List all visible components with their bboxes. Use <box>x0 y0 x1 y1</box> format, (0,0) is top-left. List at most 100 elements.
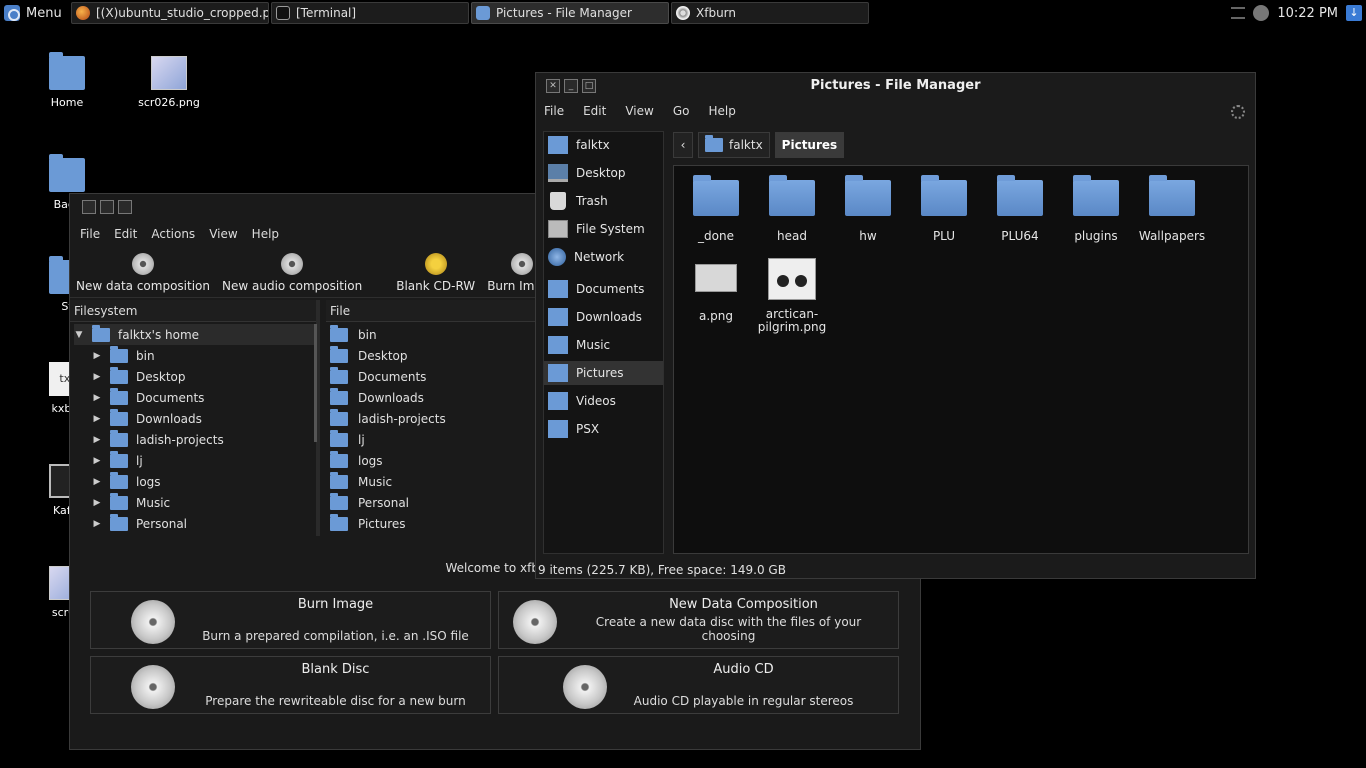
menu-edit[interactable]: Edit <box>114 227 137 241</box>
folder-icon <box>330 324 348 342</box>
menu-actions[interactable]: Actions <box>151 227 195 241</box>
clock[interactable]: 10:22 PM <box>1277 6 1338 21</box>
audio-cd-card[interactable]: Audio CD Audio CD playable in regular st… <box>498 656 899 714</box>
tree-row[interactable]: ▶ ladish-projects <box>92 429 224 450</box>
task-xfburn[interactable]: Xfburn <box>671 2 869 24</box>
file-row[interactable]: Desktop <box>330 345 408 366</box>
file-item[interactable]: _done <box>678 175 754 243</box>
new-data-composition-button[interactable]: New data composition <box>76 253 210 293</box>
fm-titlebar[interactable]: ✕ _ □ Pictures - File Manager <box>536 73 1255 99</box>
file-item[interactable]: plugins <box>1058 175 1134 243</box>
chevron-right-icon[interactable]: ▶ <box>92 498 102 508</box>
sidebar-item-psx[interactable]: PSX <box>544 417 663 441</box>
sidebar-item-trash[interactable]: Trash <box>544 189 663 213</box>
tree-row[interactable]: ▶ bin <box>92 345 155 366</box>
scrollbar[interactable] <box>314 324 317 442</box>
tree-row-home[interactable]: ▼ falktx's home <box>74 324 314 345</box>
window-title: Pictures - File Manager <box>810 78 981 93</box>
new-audio-composition-button[interactable]: New audio composition <box>222 253 362 293</box>
task-terminal[interactable]: [Terminal] <box>271 2 469 24</box>
filesystem-header[interactable]: Filesystem <box>70 300 316 322</box>
chevron-right-icon[interactable]: ▶ <box>92 456 102 466</box>
blank-disc-card[interactable]: Blank Disc Prepare the rewriteable disc … <box>90 656 491 714</box>
browser-panes: Filesystem File ▼ falktx's home ▶ bin ▶ … <box>70 300 540 536</box>
chevron-right-icon[interactable]: ▶ <box>92 519 102 529</box>
menu-help[interactable]: Help <box>252 227 279 241</box>
back-button[interactable]: ‹ <box>673 132 693 158</box>
crumb-label: falktx <box>729 138 763 152</box>
file-item[interactable]: hw <box>830 175 906 243</box>
desktop-icon-scr026[interactable]: scr026.png <box>129 56 209 109</box>
chevron-right-icon[interactable]: ▶ <box>92 393 102 403</box>
tree-row[interactable]: ▶ Desktop <box>92 366 186 387</box>
file-item[interactable]: head <box>754 175 830 243</box>
menu-help[interactable]: Help <box>708 104 735 118</box>
tree-row[interactable]: ▶ logs <box>92 471 161 492</box>
menu-file[interactable]: File <box>80 227 100 241</box>
file-row[interactable]: bin <box>330 324 377 345</box>
tree-row[interactable]: ▶ Documents <box>92 387 204 408</box>
card-desc: Prepare the rewriteable disc for a new b… <box>205 694 466 708</box>
chevron-right-icon[interactable]: ▶ <box>92 477 102 487</box>
menu-view[interactable]: View <box>209 227 237 241</box>
folder-icon <box>548 420 568 438</box>
sidebar-item-downloads[interactable]: Downloads <box>544 305 663 329</box>
minimize-icon[interactable] <box>100 200 114 214</box>
file-row[interactable]: Personal <box>330 492 409 513</box>
toolbar-label: New audio composition <box>222 279 363 293</box>
tree-row[interactable]: ▶ Downloads <box>92 408 202 429</box>
sidebar-item-music[interactable]: Music <box>544 333 663 357</box>
sidebar-item-videos[interactable]: Videos <box>544 389 663 413</box>
file-row[interactable]: ladish-projects <box>330 408 446 429</box>
file-item[interactable]: PLU <box>906 175 982 243</box>
file-item[interactable]: Wallpapers <box>1134 175 1210 243</box>
chevron-down-icon[interactable]: ▼ <box>74 330 84 340</box>
file-row[interactable]: lj <box>330 429 365 450</box>
tree-row[interactable]: ▶ Music <box>92 492 170 513</box>
file-row[interactable]: Music <box>330 471 392 492</box>
chevron-right-icon[interactable]: ▶ <box>92 414 102 424</box>
sidebar-item-filesystem[interactable]: File System <box>544 217 663 241</box>
folder-icon <box>330 366 348 384</box>
menu-go[interactable]: Go <box>673 104 690 118</box>
chevron-right-icon[interactable]: ▶ <box>92 351 102 361</box>
network-icon[interactable] <box>1231 7 1246 19</box>
menu-edit[interactable]: Edit <box>583 104 606 118</box>
desktop-icon-home[interactable]: Home <box>27 52 107 109</box>
file-row[interactable]: Pictures <box>330 513 406 534</box>
menu-file[interactable]: File <box>544 104 564 118</box>
sidebar-item-network[interactable]: Network <box>544 245 663 269</box>
chevron-right-icon[interactable]: ▶ <box>92 435 102 445</box>
volume-icon[interactable] <box>1253 5 1270 21</box>
burn-image-card[interactable]: Burn Image Burn a prepared compilation, … <box>90 591 491 649</box>
file-item[interactable]: a.png <box>678 264 754 323</box>
tree-row[interactable]: ▶ Personal <box>92 513 187 534</box>
blank-cdrw-button[interactable]: Blank CD-RW <box>396 253 475 293</box>
sidebar-item-documents[interactable]: Documents <box>544 277 663 301</box>
sidebar-item-desktop[interactable]: Desktop <box>544 161 663 185</box>
task-file-manager[interactable]: Pictures - File Manager <box>471 2 669 24</box>
task-firefox[interactable]: [(X)ubuntu_studio_cropped.p... <box>71 2 269 24</box>
file-item[interactable]: PLU64 <box>982 175 1058 243</box>
file-header[interactable]: File <box>326 300 540 322</box>
folder-icon <box>845 175 891 216</box>
toolbar-label: New data composition <box>76 279 210 293</box>
tree-row[interactable]: ▶ lj <box>92 450 143 471</box>
sidebar-item-pictures[interactable]: Pictures <box>544 361 663 385</box>
file-icon-view[interactable]: _done head hw PLU PLU64 plugins Wallpape… <box>673 165 1249 554</box>
new-data-composition-card[interactable]: New Data Composition Create a new data d… <box>498 591 899 649</box>
file-item[interactable]: arctican-pilgrim.png <box>754 258 830 334</box>
maximize-icon[interactable] <box>118 200 132 214</box>
app-menu-button[interactable]: Menu <box>4 3 62 23</box>
chevron-right-icon[interactable]: ▶ <box>92 372 102 382</box>
file-row[interactable]: Downloads <box>330 387 424 408</box>
sidebar-item-falktx[interactable]: falktx <box>544 133 663 157</box>
file-row[interactable]: Documents <box>330 366 426 387</box>
file-row[interactable]: logs <box>330 450 383 471</box>
download-icon[interactable]: ↓ <box>1346 5 1362 21</box>
crumb-falktx[interactable]: falktx <box>698 132 770 158</box>
close-icon[interactable] <box>82 200 96 214</box>
crumb-pictures[interactable]: Pictures <box>774 132 845 158</box>
menu-view[interactable]: View <box>625 104 653 118</box>
folder-icon <box>110 492 128 510</box>
